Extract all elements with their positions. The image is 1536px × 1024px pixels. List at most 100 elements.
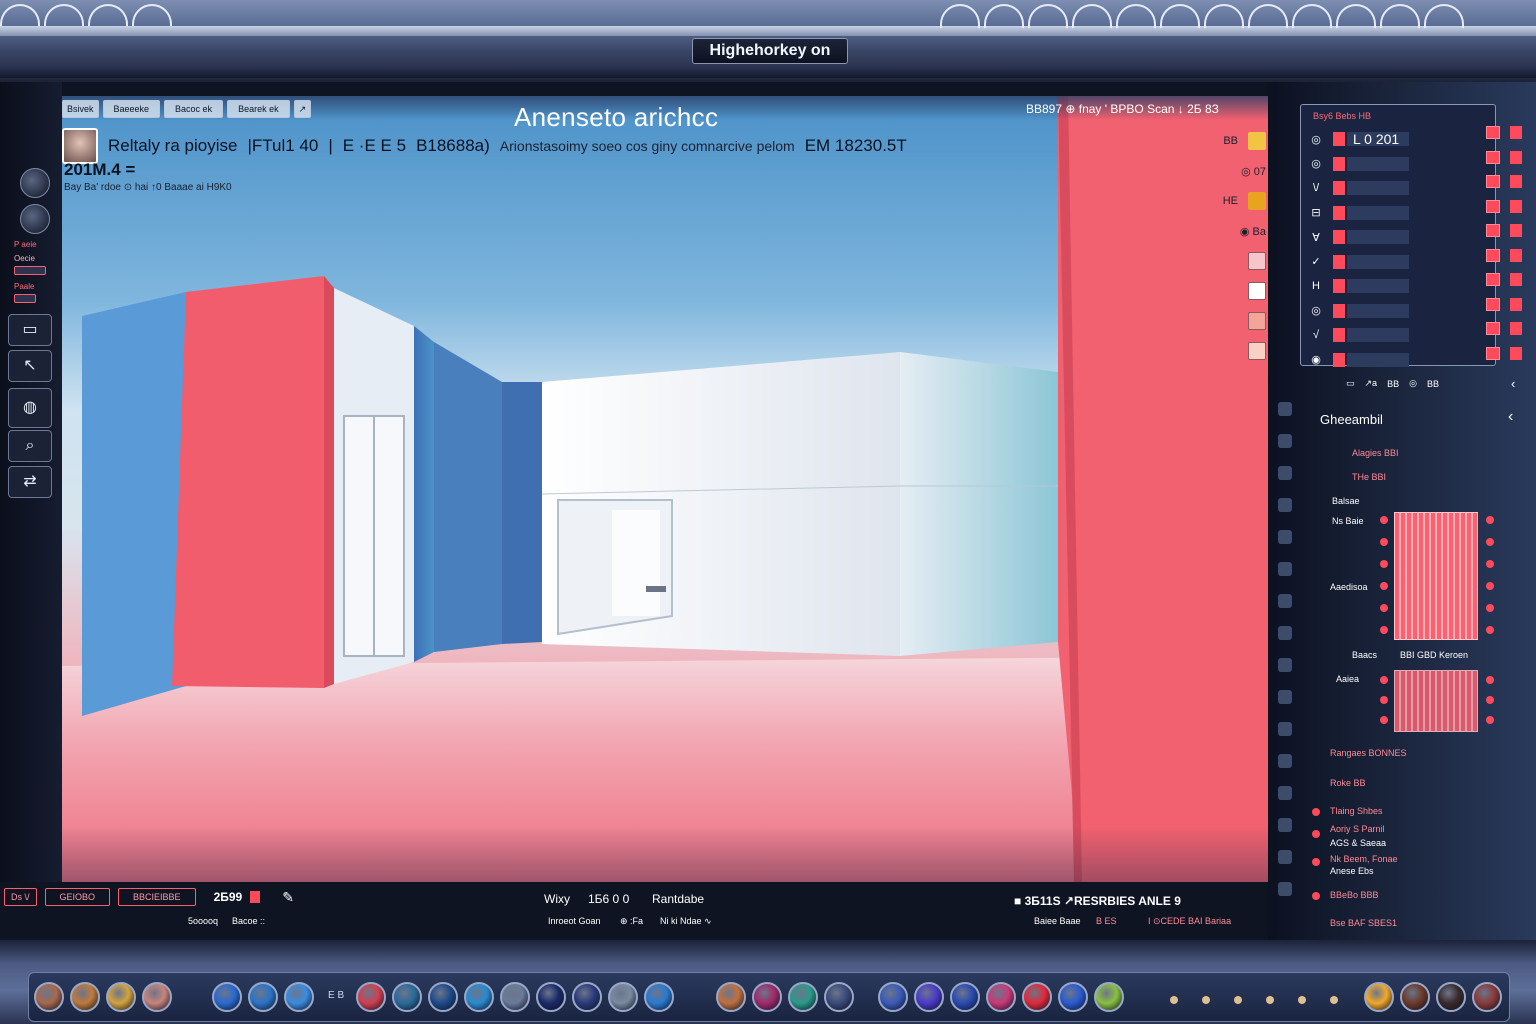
- toolbar-chip[interactable]: [14, 294, 36, 303]
- option-button[interactable]: GEIOBO: [44, 888, 111, 906]
- tab[interactable]: Bearek ek: [227, 100, 290, 118]
- dock-button[interactable]: [70, 982, 100, 1012]
- dock-button[interactable]: [788, 982, 818, 1012]
- grid-icon[interactable]: [1248, 282, 1266, 300]
- rect-tool-button[interactable]: ▭: [8, 314, 52, 346]
- prop-label: Aoriy S Parnil: [1330, 824, 1385, 834]
- record-indicator: [250, 891, 261, 903]
- architecture-scene: [62, 96, 1268, 882]
- dial-knob[interactable]: [20, 204, 50, 234]
- dock-button[interactable]: [950, 982, 980, 1012]
- swatch-icon[interactable]: [1248, 132, 1266, 150]
- bottom-name: Rantdabe: [652, 892, 705, 906]
- dock-button[interactable]: [1058, 982, 1088, 1012]
- viewport-tabs: Bsivek Baeeeke Bacoc ek Bearek ek ↗: [62, 100, 312, 118]
- layer-row[interactable]: H: [1301, 274, 1495, 299]
- prop-label: Balsae: [1332, 496, 1360, 506]
- toolbar-label: Oecie: [14, 254, 35, 263]
- material-icon[interactable]: [1248, 312, 1266, 330]
- waveform-graph[interactable]: [1394, 670, 1478, 732]
- material-icon[interactable]: [1248, 252, 1266, 270]
- layer-row[interactable]: √: [1301, 323, 1495, 348]
- prop-label: BBeBo BBB: [1330, 890, 1379, 900]
- dock-button[interactable]: [284, 982, 314, 1012]
- icon-label: ◉ Ba: [1239, 225, 1266, 238]
- tab-new[interactable]: ↗: [293, 100, 312, 118]
- dock-button[interactable]: [106, 982, 136, 1012]
- move-tool-button[interactable]: ⇄: [8, 466, 52, 498]
- info-row: Reltaly ra pioyise |FTul1 40 | E ·E E 5 …: [62, 128, 907, 164]
- dock-button[interactable]: [392, 982, 422, 1012]
- layer-row[interactable]: ◉: [1301, 348, 1495, 373]
- chevron-left-icon[interactable]: ‹: [1511, 376, 1515, 391]
- layer-list-header: Bsy6 Bebs HB: [1313, 111, 1372, 121]
- scene-subtitle: Arionstasoimy soeo cos giny comnarcive p…: [499, 138, 795, 154]
- dock-button[interactable]: [34, 982, 64, 1012]
- layer-row[interactable]: ◎ L 0 201: [1301, 127, 1495, 152]
- dock-indicator: [1298, 996, 1306, 1004]
- dock-button[interactable]: [500, 982, 530, 1012]
- left-toolbar: P aeie Oecie Paale ▭ ↖ ◍ ⌕ ⇄: [0, 82, 62, 882]
- frame-icon[interactable]: ▭: [1346, 378, 1355, 389]
- layer-row[interactable]: \/: [1301, 176, 1495, 201]
- material-icon[interactable]: [1248, 342, 1266, 360]
- tab[interactable]: Bsivek: [62, 100, 99, 118]
- link-icon[interactable]: ↗a: [1365, 378, 1378, 389]
- prop-label: BBI GBD Keroen: [1400, 650, 1469, 660]
- dock-button[interactable]: [572, 982, 602, 1012]
- dock-button[interactable]: [142, 982, 172, 1012]
- eye-icon[interactable]: ◎: [1409, 378, 1417, 389]
- lasso-tool-button[interactable]: ◍: [8, 388, 52, 428]
- dock-button[interactable]: [1094, 982, 1124, 1012]
- layer-row[interactable]: ✓: [1301, 250, 1495, 275]
- dock-button[interactable]: [644, 982, 674, 1012]
- dock-button[interactable]: [1400, 982, 1430, 1012]
- prop-label: Nk Beem, Fonae: [1330, 854, 1398, 864]
- dock-button[interactable]: [716, 982, 746, 1012]
- chevron-left-icon[interactable]: ‹: [1508, 408, 1513, 426]
- mode-select[interactable]: Ds \/: [4, 888, 37, 906]
- dock-button[interactable]: [986, 982, 1016, 1012]
- settings-icon[interactable]: BB: [1427, 379, 1439, 389]
- dock-button[interactable]: [536, 982, 566, 1012]
- status-small: Bacoe ::: [232, 916, 266, 926]
- render-viewport[interactable]: Bsivek Baeeeke Bacoc ek Bearek ek ↗ Anen…: [62, 96, 1268, 882]
- dock-button[interactable]: [248, 982, 278, 1012]
- waveform-graph[interactable]: [1394, 512, 1478, 640]
- grid-icon[interactable]: BB: [1387, 379, 1399, 389]
- swatch-icon[interactable]: [1248, 192, 1266, 210]
- dock-button[interactable]: [356, 982, 386, 1012]
- avatar[interactable]: [62, 128, 98, 164]
- dock-button[interactable]: [914, 982, 944, 1012]
- red-pillar: [172, 276, 324, 688]
- option-button[interactable]: BBCIEIBBE: [118, 888, 196, 906]
- pen-icon[interactable]: ✎: [282, 889, 294, 906]
- layer-row[interactable]: ◎: [1301, 299, 1495, 324]
- bullet-icon: [1312, 808, 1320, 816]
- layer-row[interactable]: ∀: [1301, 225, 1495, 250]
- dock-button[interactable]: [878, 982, 908, 1012]
- zoom-tool-button[interactable]: ⌕: [8, 430, 52, 462]
- dock-button[interactable]: [824, 982, 854, 1012]
- dock-button[interactable]: [1436, 982, 1466, 1012]
- layer-icon: ⊟: [1311, 207, 1321, 220]
- dock-button[interactable]: [608, 982, 638, 1012]
- select-tool-button[interactable]: ↖: [8, 350, 52, 382]
- layer-row[interactable]: ⊟: [1301, 201, 1495, 226]
- viewport-side-icons: BB ◎ 07 HE ◉ Ba: [1186, 126, 1266, 366]
- dock-button[interactable]: [212, 982, 242, 1012]
- dock-button[interactable]: [1472, 982, 1502, 1012]
- dock-indicator: [1330, 996, 1338, 1004]
- dock-button[interactable]: [428, 982, 458, 1012]
- toolbar-chip[interactable]: [14, 266, 46, 275]
- dock-button[interactable]: [464, 982, 494, 1012]
- tab[interactable]: Baeeeke: [102, 100, 161, 118]
- tab[interactable]: Bacoc ek: [164, 100, 224, 118]
- dock-button[interactable]: [752, 982, 782, 1012]
- dock-button[interactable]: [1022, 982, 1052, 1012]
- panel-title: Gheeambil: [1320, 412, 1383, 427]
- layer-row[interactable]: ◎: [1301, 152, 1495, 177]
- dial-knob[interactable]: [20, 168, 50, 198]
- dock-button[interactable]: [1364, 982, 1394, 1012]
- prop-label: Ns Baie: [1332, 516, 1364, 526]
